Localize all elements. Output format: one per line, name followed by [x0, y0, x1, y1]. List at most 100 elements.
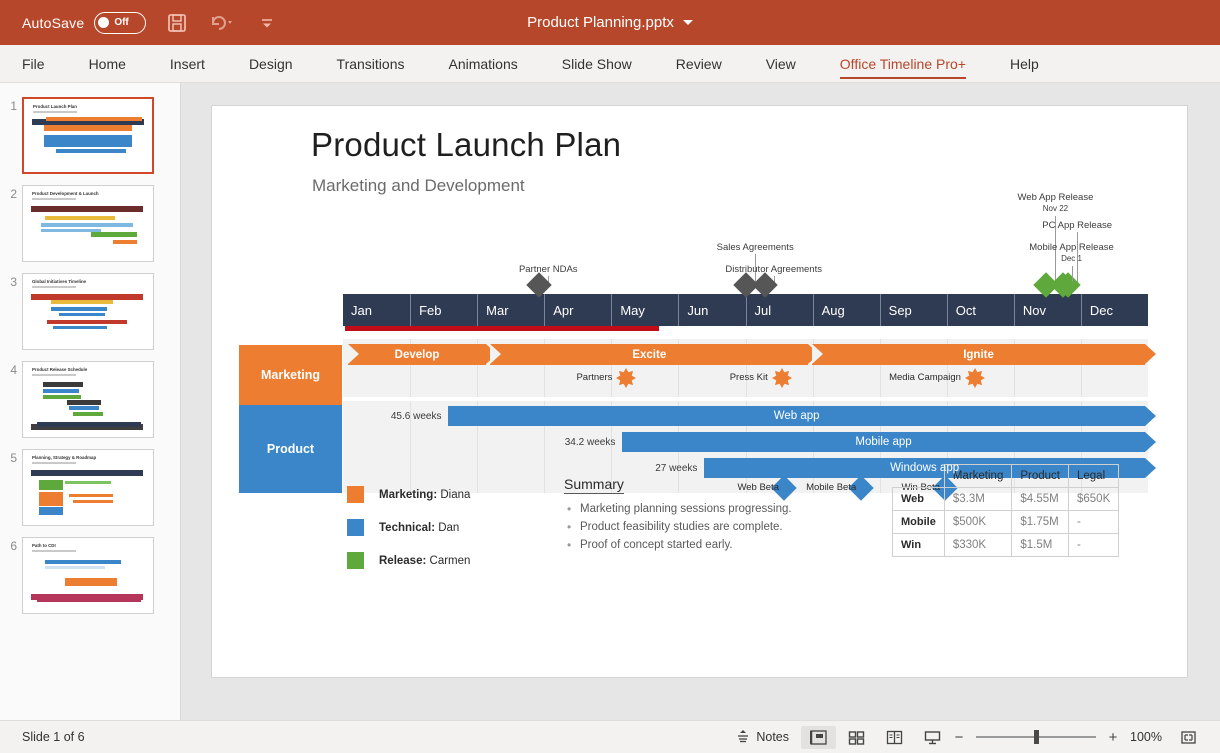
month-cell-jul[interactable]: Jul	[746, 294, 813, 326]
month-cell-dec[interactable]: Dec	[1081, 294, 1148, 326]
thumbnail-number: 3	[0, 273, 22, 350]
budget-cell: $4.55M	[1012, 488, 1069, 511]
budget-row-label: Web	[893, 488, 945, 511]
budget-cell: $650K	[1068, 488, 1118, 511]
budget-cell: $3.3M	[944, 488, 1012, 511]
month-cell-sep[interactable]: Sep	[880, 294, 947, 326]
normal-view-icon	[810, 730, 827, 745]
product-bar-web-app[interactable]: Web app	[448, 406, 1144, 426]
ribbon-tab-insert[interactable]: Insert	[148, 45, 227, 82]
thumbnail-item-6[interactable]: 6Path to CDI	[0, 537, 181, 614]
product-bar-mobile-app[interactable]: Mobile app	[622, 432, 1144, 452]
undo-icon[interactable]	[208, 12, 238, 34]
ribbon-tab-label: Office Timeline Pro+	[840, 56, 966, 72]
marketing-phase-ignite[interactable]: Ignite	[812, 344, 1144, 365]
ribbon-tab-help[interactable]: Help	[988, 45, 1061, 82]
month-cell-feb[interactable]: Feb	[410, 294, 477, 326]
title-bar: AutoSave Off Product Planning.pptx	[0, 0, 1220, 45]
thumbnail-item-4[interactable]: 4Product Release Schedule	[0, 361, 181, 438]
document-title-text: Product Planning.pptx	[527, 14, 674, 31]
thumbnail-preview[interactable]: Product Release Schedule	[22, 361, 154, 438]
month-cell-nov[interactable]: Nov	[1014, 294, 1081, 326]
budget-row-label: Win	[893, 534, 945, 557]
month-cell-may[interactable]: May	[611, 294, 678, 326]
reading-view-button[interactable]	[877, 726, 912, 749]
customize-quick-access-icon[interactable]	[258, 12, 276, 34]
thumbnail-preview[interactable]: Product Launch Plan	[22, 97, 154, 174]
thumbnail-item-2[interactable]: 2Product Development & Launch	[0, 185, 181, 262]
bar-duration-label: 27 weeks	[655, 463, 697, 474]
zoom-slider-handle[interactable]	[1034, 730, 1039, 744]
milestone-label: Press Kit	[730, 372, 768, 383]
zoom-level[interactable]: 100%	[1130, 730, 1168, 744]
month-cell-mar[interactable]: Mar	[477, 294, 544, 326]
ribbon-tab-slide-show[interactable]: Slide Show	[540, 45, 654, 82]
lane-label-product[interactable]: Product	[239, 405, 342, 493]
ribbon-tab-animations[interactable]: Animations	[426, 45, 539, 82]
normal-view-button[interactable]	[801, 726, 836, 749]
autosave-label: AutoSave	[22, 15, 84, 31]
ribbon-tab-home[interactable]: Home	[67, 45, 148, 82]
autosave-state: Off	[114, 17, 128, 28]
month-cell-apr[interactable]: Apr	[544, 294, 611, 326]
timeline-progress-bar	[345, 326, 659, 331]
slide-show-button[interactable]	[915, 726, 950, 749]
ribbon-tab-design[interactable]: Design	[227, 45, 315, 82]
bar-label: Web app	[448, 406, 1144, 426]
zoom-in-button[interactable]: +	[1107, 729, 1119, 746]
autosave-control[interactable]: AutoSave Off	[22, 12, 146, 34]
ribbon-tab-file[interactable]: File	[0, 45, 67, 82]
phase-label: Excite	[490, 344, 808, 365]
bar-duration-label: 34.2 weeks	[565, 437, 616, 448]
workspace: 1Product Launch Plan 2Product Development…	[0, 83, 1220, 720]
month-cell-jan[interactable]: Jan	[343, 294, 410, 326]
autosave-toggle[interactable]: Off	[94, 12, 146, 34]
lane-label-marketing[interactable]: Marketing	[239, 345, 342, 405]
timeline-graphic[interactable]: JanFebMarAprMayJunJulAugSepOctNovDecPart…	[212, 106, 1187, 677]
thumbnail-preview[interactable]: Planning, Strategy & Roadmap	[22, 449, 154, 526]
budget-table-row: Win$330K$1.5M-	[893, 534, 1119, 557]
thumbnail-item-3[interactable]: 3Global Initiatives Timeline	[0, 273, 181, 350]
thumbnail-item-5[interactable]: 5Planning, Strategy & Roadmap	[0, 449, 181, 526]
ribbon-tab-transitions[interactable]: Transitions	[315, 45, 427, 82]
thumbnail-month-bar	[31, 206, 143, 212]
summary-block: Summary Marketing planning sessions prog…	[564, 476, 804, 557]
product-bar-windows-app[interactable]: Windows app	[704, 458, 1144, 478]
legend-person: Dan	[438, 522, 459, 534]
month-cell-oct[interactable]: Oct	[947, 294, 1014, 326]
chevron-down-icon[interactable]	[683, 20, 693, 25]
fit-to-window-button[interactable]	[1171, 726, 1206, 749]
zoom-out-button[interactable]: −	[953, 729, 965, 746]
ribbon-tab-label: Design	[249, 56, 293, 72]
month-cell-jun[interactable]: Jun	[678, 294, 745, 326]
thumbnail-preview[interactable]: Path to CDI	[22, 537, 154, 614]
budget-table-row: Web$3.3M$4.55M$650K	[893, 488, 1119, 511]
milestone-burst-icon	[615, 367, 637, 389]
month-label: Aug	[822, 303, 845, 318]
ribbon-tab-office-timeline-pro[interactable]: Office Timeline Pro+	[818, 45, 988, 82]
month-label: Oct	[956, 303, 976, 318]
ribbon-tab-view[interactable]: View	[744, 45, 818, 82]
budget-cell: -	[1068, 534, 1118, 557]
thumbnail-item-1[interactable]: 1Product Launch Plan	[0, 97, 181, 174]
summary-list: Marketing planning sessions progressing.…	[564, 503, 804, 551]
thumbnail-preview[interactable]: Global Initiatives Timeline	[22, 273, 154, 350]
thumbnail-bar	[69, 494, 113, 497]
thumbnail-preview[interactable]: Product Development & Launch	[22, 185, 154, 262]
slide-canvas[interactable]: Product Launch Plan Marketing and Develo…	[212, 106, 1187, 677]
slide-sorter-button[interactable]	[839, 726, 874, 749]
ribbon-tab-review[interactable]: Review	[654, 45, 744, 82]
timeline-month-bar[interactable]: JanFebMarAprMayJunJul Aug Sep Oct NovDec	[343, 294, 1148, 326]
save-icon[interactable]	[166, 12, 188, 34]
month-cell-aug[interactable]: Aug	[813, 294, 880, 326]
ribbon-tab-label: Animations	[448, 56, 517, 72]
notes-button[interactable]: Notes	[727, 725, 798, 750]
marketing-phase-develop[interactable]: Develop	[348, 344, 486, 365]
thumbnail-subtitle-bar	[33, 111, 77, 113]
zoom-slider[interactable]	[976, 736, 1096, 738]
slide-thumbnail-pane[interactable]: 1Product Launch Plan 2Product Development…	[0, 83, 181, 720]
thumbnail-bar	[37, 422, 141, 427]
thumbnail-number: 2	[0, 185, 22, 262]
marketing-phase-excite[interactable]: Excite	[490, 344, 808, 365]
budget-cell: $1.75M	[1012, 511, 1069, 534]
